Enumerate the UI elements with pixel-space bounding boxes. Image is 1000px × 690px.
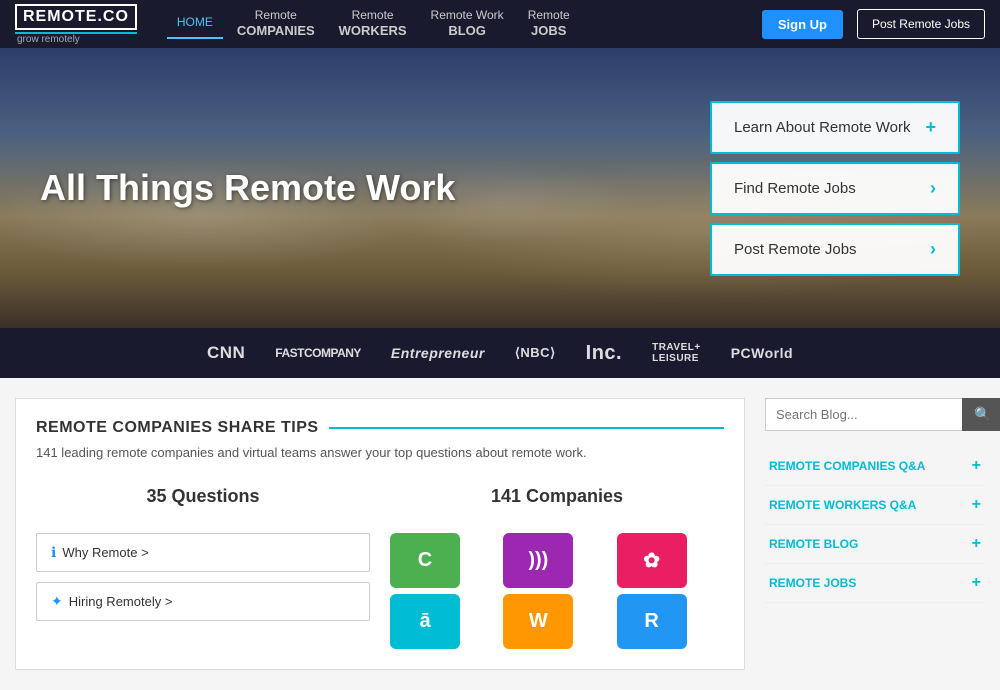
nav-companies[interactable]: Remote COMPANIES	[227, 2, 325, 46]
post-jobs-button[interactable]: Post Remote Jobs	[857, 9, 985, 39]
nav-blog[interactable]: Remote Work BLOG	[421, 2, 514, 46]
nav-jobs[interactable]: Remote JOBS	[518, 2, 580, 46]
stat-companies: 141 Companies	[390, 476, 724, 517]
pcworld-logo: PCWorld	[731, 345, 793, 361]
expand-icon-1: +	[972, 457, 981, 475]
main-content: REMOTE COMPANIES SHARE TIPS 141 leading …	[0, 378, 1000, 690]
chevron-right-icon: ›	[930, 178, 936, 199]
search-input[interactable]	[765, 398, 962, 431]
left-panel: REMOTE COMPANIES SHARE TIPS 141 leading …	[15, 398, 745, 670]
search-box: 🔍	[765, 398, 985, 431]
expand-icon-3: +	[972, 535, 981, 553]
sidebar-item-blog[interactable]: REMOTE BLOG +	[765, 525, 985, 564]
section-title: REMOTE COMPANIES SHARE TIPS	[36, 419, 724, 437]
fastcompany-logo: FASTCOMPANY	[275, 346, 361, 360]
why-remote-button[interactable]: ℹ Why Remote >	[36, 533, 370, 572]
company-logo-6[interactable]: R	[617, 594, 687, 649]
section-title-divider	[329, 427, 724, 429]
plus-circle-icon: +	[925, 117, 936, 138]
section-subtitle: 141 leading remote companies and virtual…	[36, 445, 724, 460]
stats-row: 35 Questions 141 Companies	[36, 476, 724, 517]
info-icon: ℹ	[51, 544, 56, 561]
hero-buttons: Learn About Remote Work + Find Remote Jo…	[710, 101, 960, 276]
sidebar-item-jobs[interactable]: REMOTE JOBS +	[765, 564, 985, 603]
nav-home[interactable]: HOME	[167, 9, 223, 39]
hero-title: All Things Remote Work	[40, 167, 710, 209]
company-logos-grid: C ))) ✿ ā W R	[390, 533, 724, 649]
logo-text: REMOTE.CO	[15, 4, 137, 30]
company-logo-1[interactable]: C	[390, 533, 460, 588]
bottom-row: ℹ Why Remote > ✦ Hiring Remotely > C )))…	[36, 533, 724, 649]
nav-workers[interactable]: Remote WORKERS	[329, 2, 417, 46]
nbc-logo: ⟨NBC⟩	[515, 345, 556, 361]
right-sidebar: 🔍 REMOTE COMPANIES Q&A + REMOTE WORKERS …	[765, 398, 985, 670]
travel-logo: TRAVEL+LEISURE	[652, 342, 701, 364]
learn-remote-work-button[interactable]: Learn About Remote Work +	[710, 101, 960, 154]
links-column: ℹ Why Remote > ✦ Hiring Remotely >	[36, 533, 370, 649]
hiring-remotely-button[interactable]: ✦ Hiring Remotely >	[36, 582, 370, 621]
post-remote-jobs-hero-button[interactable]: Post Remote Jobs ›	[710, 223, 960, 276]
expand-icon-2: +	[972, 496, 981, 514]
logo-tagline: grow remotely	[15, 32, 137, 45]
expand-icon-4: +	[972, 574, 981, 592]
sidebar-item-companies-qa[interactable]: REMOTE COMPANIES Q&A +	[765, 447, 985, 486]
find-remote-jobs-button[interactable]: Find Remote Jobs ›	[710, 162, 960, 215]
company-logo-5[interactable]: W	[503, 594, 573, 649]
person-icon: ✦	[51, 593, 63, 610]
signup-button[interactable]: Sign Up	[762, 10, 843, 39]
press-bar: CNN FASTCOMPANY Entrepreneur ⟨NBC⟩ Inc. …	[0, 328, 1000, 378]
chevron-right-icon-2: ›	[930, 239, 936, 260]
logo-area[interactable]: REMOTE.CO grow remotely	[15, 4, 137, 45]
company-logo-2[interactable]: )))	[503, 533, 573, 588]
hero-section: All Things Remote Work Learn About Remot…	[0, 48, 1000, 328]
search-button[interactable]: 🔍	[962, 398, 1000, 431]
sidebar-item-workers-qa[interactable]: REMOTE WORKERS Q&A +	[765, 486, 985, 525]
stat-questions: 35 Questions	[36, 476, 370, 517]
entrepreneur-logo: Entrepreneur	[391, 345, 485, 361]
nav-links: HOME Remote COMPANIES Remote WORKERS Rem…	[167, 2, 744, 46]
inc-logo: Inc.	[586, 342, 622, 365]
company-logo-4[interactable]: ā	[390, 594, 460, 649]
navbar: REMOTE.CO grow remotely HOME Remote COMP…	[0, 0, 1000, 48]
company-logo-3[interactable]: ✿	[617, 533, 687, 588]
cnn-logo: CNN	[207, 343, 245, 363]
